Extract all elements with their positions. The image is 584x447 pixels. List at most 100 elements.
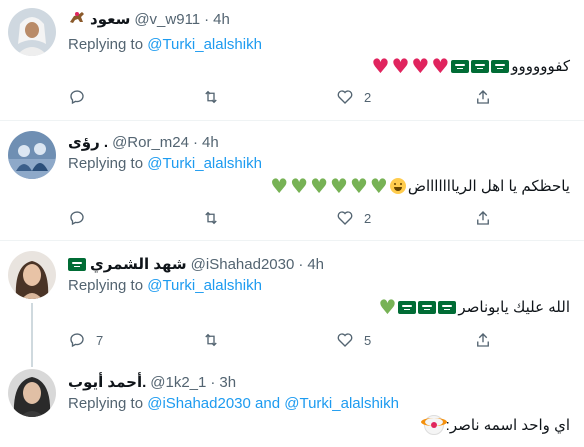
retweet-icon [205, 90, 217, 104]
saudi-flag-icon [438, 300, 457, 314]
display-name[interactable]: رؤى . [68, 133, 108, 151]
replying-to: Replying to @Turki_alalshikh [68, 277, 262, 294]
tweet-4[interactable]: أحمد أيوب. @1k2_1 · 3h Replying to @iSha… [0, 361, 584, 447]
reply-mention-link[interactable]: @iShahad2030 [147, 395, 251, 412]
reply-mention-link[interactable]: @Turki_alalshikh [147, 36, 262, 53]
like-button[interactable]: 5 [336, 331, 371, 349]
avatar-image [8, 251, 56, 299]
avatar-image [8, 369, 56, 417]
saudi-flag-icon [491, 59, 510, 73]
tweet-header: سعود @v_w911 · 4h [68, 10, 230, 28]
horse-racing-icon [68, 10, 86, 28]
reply-button[interactable] [68, 88, 86, 106]
avatar-image [8, 8, 56, 56]
saudi-flag-icon [418, 300, 437, 314]
green-heart-icon: ♥ [369, 174, 388, 198]
like-count: 2 [364, 210, 372, 226]
replying-prefix: Replying to [68, 277, 144, 294]
tweet-text: اي واحد اسمه ناصر: [420, 415, 570, 435]
retweet-button[interactable] [202, 331, 220, 349]
reply-mention-link[interactable]: @Turki_alalshikh [284, 395, 399, 412]
share-icon [477, 211, 489, 225]
separator-dot: · [210, 373, 216, 391]
timestamp[interactable]: 4h [307, 256, 324, 273]
avatar[interactable] [8, 369, 56, 417]
weary-face-icon [389, 178, 406, 194]
reply-icon [70, 211, 84, 226]
red-heart-icon: ♥ [431, 54, 450, 78]
replying-prefix: Replying to [68, 36, 144, 53]
share-icon [477, 333, 489, 347]
saudi-flag-icon [451, 59, 470, 73]
reply-button[interactable]: 7 [68, 331, 103, 349]
user-handle[interactable]: @iShahad2030 [191, 256, 295, 273]
replying-prefix: Replying to [68, 155, 144, 172]
avatar[interactable] [8, 131, 56, 179]
reply-mention-and: and [255, 395, 281, 412]
share-button[interactable] [474, 209, 492, 227]
tweet-text: كفوووووو ♥ ♥ ♥ ♥ [372, 56, 570, 76]
clown-face-icon [420, 415, 447, 435]
timestamp[interactable]: 4h [202, 134, 219, 151]
like-count: 2 [364, 89, 372, 105]
share-button[interactable] [474, 88, 492, 106]
heart-icon [337, 211, 353, 225]
reply-icon [70, 333, 84, 348]
heart-icon [337, 333, 353, 347]
replying-to: Replying to @Turki_alalshikh [68, 36, 262, 53]
timestamp[interactable]: 3h [219, 374, 236, 391]
replying-to: Replying to @Turki_alalshikh [68, 155, 262, 172]
tweet-body: الله عليك يابوناصر [458, 299, 570, 316]
separator-dot: · [298, 255, 304, 273]
user-handle[interactable]: @Ror_m24 [112, 134, 189, 151]
like-button[interactable]: 2 [336, 209, 371, 227]
avatar-image [8, 131, 56, 179]
green-heart-icon: ♥ [349, 174, 368, 198]
display-name[interactable]: سعود [90, 10, 130, 28]
tweet-2[interactable]: رؤى . @Ror_m24 · 4h Replying to @Turki_a… [0, 121, 584, 236]
user-handle[interactable]: @1k2_1 [150, 374, 206, 391]
tweet-actions: 7 5 [68, 331, 498, 351]
tweet-body: كفوووووو [511, 58, 570, 75]
saudi-flag-icon [471, 59, 490, 73]
share-icon [477, 90, 489, 104]
tweet-text: ياحظكم يا اهل الرياااااااض ♥ ♥ ♥ ♥ ♥ ♥ [270, 176, 570, 196]
retweet-icon [205, 211, 217, 225]
tweet-1[interactable]: سعود @v_w911 · 4h Replying to @Turki_ala… [0, 0, 584, 112]
display-name[interactable]: أحمد أيوب. [68, 373, 146, 391]
tweet-header: رؤى . @Ror_m24 · 4h [68, 133, 219, 152]
retweet-button[interactable] [202, 88, 220, 106]
retweet-button[interactable] [202, 209, 220, 227]
tweet-header: أحمد أيوب. @1k2_1 · 3h [68, 373, 236, 392]
reply-count: 7 [96, 332, 104, 348]
red-heart-icon: ♥ [391, 54, 410, 78]
tweet-body: ياحظكم يا اهل الرياااااااض [407, 178, 570, 195]
green-heart-icon: ♥ [310, 174, 328, 198]
heart-icon [337, 90, 353, 104]
reply-button[interactable] [68, 209, 86, 227]
tweet-3[interactable]: شهد الشمري @iShahad2030 · 4h Replying to… [0, 241, 584, 367]
saudi-flag-icon [68, 257, 86, 271]
like-button[interactable]: 2 [336, 88, 371, 106]
separator-dot: · [192, 133, 198, 151]
user-handle[interactable]: @v_w911 [134, 11, 200, 28]
replying-prefix: Replying to [68, 395, 144, 412]
share-button[interactable] [474, 331, 492, 349]
replying-to: Replying to @iShahad2030 and @Turki_alal… [68, 395, 399, 412]
timestamp[interactable]: 4h [213, 11, 230, 28]
tweet-actions: 2 [68, 209, 498, 229]
tweet-actions: 2 [68, 88, 498, 108]
display-name[interactable]: شهد الشمري [90, 255, 187, 273]
thread-connector [31, 303, 33, 367]
green-heart-icon: ♥ [290, 174, 309, 198]
retweet-icon [205, 333, 217, 347]
reply-icon [70, 90, 84, 105]
red-heart-icon: ♥ [411, 54, 430, 78]
red-heart-icon: ♥ [371, 54, 390, 78]
avatar[interactable] [8, 8, 56, 56]
reply-mention-link[interactable]: @Turki_alalshikh [147, 277, 262, 294]
reply-mention-link[interactable]: @Turki_alalshikh [147, 155, 262, 172]
avatar[interactable] [8, 251, 56, 299]
tweet-header: شهد الشمري @iShahad2030 · 4h [68, 255, 324, 273]
green-heart-icon: ♥ [330, 174, 348, 198]
